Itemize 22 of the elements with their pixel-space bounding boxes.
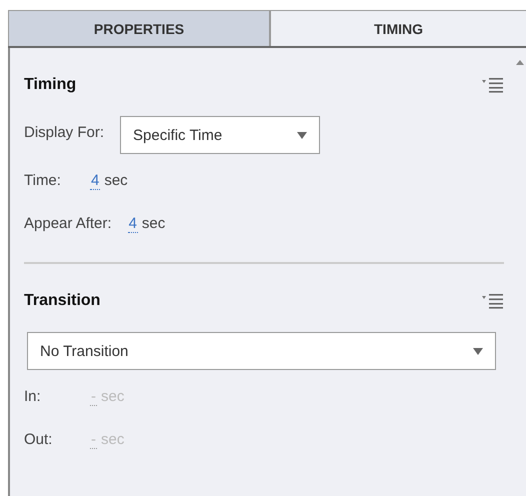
section-title: Timing — [24, 76, 76, 94]
field-label: Appear After: — [24, 215, 112, 232]
caret-icon — [297, 132, 308, 138]
section-title: Transition — [24, 292, 100, 310]
value-field[interactable]: 4 — [90, 172, 100, 190]
display-dropdown[interactable]: Specific Time — [120, 116, 320, 154]
unit-label: sec — [101, 388, 124, 405]
unit-label: sec — [142, 215, 166, 232]
field-label: Time: — [24, 172, 62, 189]
field-label: In: — [24, 388, 42, 405]
caret-icon — [473, 348, 483, 354]
menu-icon[interactable] — [482, 293, 504, 309]
scroll-up-icon[interactable] — [516, 60, 524, 65]
unit-label: sec — [101, 431, 124, 448]
tab[interactable]: TIMING — [270, 10, 526, 46]
value-field[interactable]: 4 — [128, 214, 138, 232]
field-label: Out: — [24, 431, 54, 448]
field-label: Display For: — [24, 124, 104, 140]
menu-icon[interactable] — [482, 77, 504, 93]
transition-dropdown[interactable]: No Transition — [27, 332, 496, 370]
tab[interactable]: PROPERTIES — [8, 10, 270, 46]
unit-label: sec — [104, 172, 128, 189]
